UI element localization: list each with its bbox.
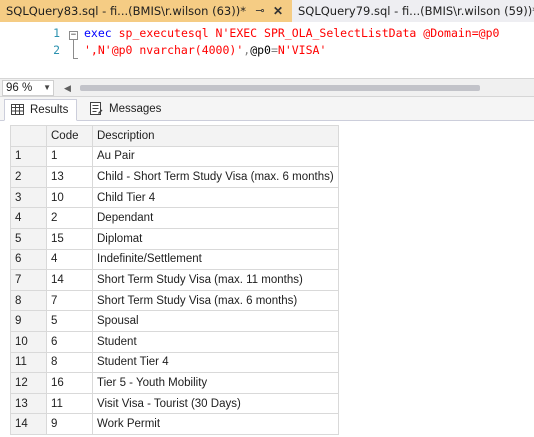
cell-code[interactable]: 1 [46,145,93,168]
table-row[interactable]: 5 15 Diplomat [10,227,339,250]
table-row[interactable]: 8 7 Short Term Study Visa (max. 6 months) [10,289,339,312]
table-row[interactable]: 9 5 Spousal [10,310,339,332]
code-string: ',N'@p0 nvarchar(4000)' [84,43,244,57]
tab-messages[interactable]: Messages [84,99,172,121]
horizontal-scroll-thumb[interactable] [80,85,480,91]
row-number[interactable]: 6 [10,248,47,271]
row-number[interactable]: 12 [10,372,47,394]
row-number[interactable]: 9 [10,310,47,332]
cell-description[interactable]: Student [92,330,339,353]
line-number: 2 [53,43,60,57]
table-row[interactable]: 11 8 Student Tier 4 [10,351,339,374]
cell-code[interactable]: 14 [46,269,93,291]
cell-description[interactable]: Short Term Study Visa (max. 6 months) [92,289,339,312]
row-number[interactable]: 14 [10,413,47,435]
cell-description[interactable]: Dependant [92,207,339,229]
row-number[interactable]: 4 [10,207,47,229]
tab-sqlquery83[interactable]: SQLQuery83.sql - fi...(BMIS\r.wilson (63… [0,0,292,22]
code-parameter: @p0 [250,43,271,57]
cell-code[interactable]: 4 [46,248,93,271]
table-row[interactable]: 14 9 Work Permit [10,413,339,435]
scroll-left-icon[interactable]: ◀ [64,80,71,96]
results-grid[interactable]: Code Description 1 1 Au Pair 2 13 Child - Sho… [10,125,339,435]
row-number[interactable]: 10 [10,330,47,353]
table-row[interactable]: 7 14 Short Term Study Visa (max. 11 months… [10,269,339,291]
row-number[interactable]: 1 [10,145,47,168]
cell-description[interactable]: Indefinite/Settlement [92,248,339,271]
cell-code[interactable]: 7 [46,289,93,312]
row-number[interactable]: 5 [10,227,47,250]
cell-description[interactable]: Work Permit [92,413,339,435]
row-number[interactable]: 3 [10,186,47,209]
tab-label: SQLQuery83.sql - fi...(BMIS\r.wilson (63… [6,4,246,18]
outline-guide [73,40,74,58]
table-row[interactable]: 12 16 Tier 5 - Youth Mobility [10,372,339,394]
row-number[interactable]: 13 [10,392,47,415]
tab-label: SQLQuery79.sql - fi...(BMIS\r.wilson (59… [298,4,534,18]
cell-code[interactable]: 8 [46,351,93,374]
table-row[interactable]: 10 6 Student [10,330,339,353]
code-operator: = [270,43,278,57]
row-number[interactable]: 11 [10,351,47,374]
cell-code[interactable]: 2 [46,207,93,229]
tab-results-label: Results [30,104,69,116]
chevron-down-icon[interactable]: ▼ [43,81,51,95]
table-row[interactable]: 6 4 Indefinite/Settlement [10,248,339,271]
grid-icon [11,104,24,115]
messages-icon [90,102,103,115]
cell-description[interactable]: Child Tier 4 [92,186,339,209]
results-tab-strip: Results Messages [0,97,534,121]
table-row[interactable]: 3 10 Child Tier 4 [10,186,339,209]
outline-guide-end [73,58,78,59]
column-header-code[interactable]: Code [46,125,93,147]
cell-code[interactable]: 16 [46,372,93,394]
grid-header-row: Code Description [10,125,339,147]
row-number[interactable]: 8 [10,289,47,312]
cell-description[interactable]: Au Pair [92,145,339,168]
grid-corner[interactable] [10,125,47,147]
tab-sqlquery79[interactable]: SQLQuery79.sql - fi...(BMIS\r.wilson (59… [292,0,534,22]
document-tab-strip: SQLQuery83.sql - fi...(BMIS\r.wilson (63… [0,0,534,22]
row-number[interactable]: 7 [10,269,47,291]
cell-code[interactable]: 13 [46,166,93,188]
results-grid-area: Code Description 1 1 Au Pair 2 13 Child - Sho… [0,121,534,437]
cell-description[interactable]: Child - Short Term Study Visa (max. 6 mo… [92,166,339,188]
cell-description[interactable]: Tier 5 - Youth Mobility [92,372,339,394]
cell-description[interactable]: Spousal [92,310,339,332]
cell-description[interactable]: Student Tier 4 [92,351,339,374]
column-header-description[interactable]: Description [92,125,339,147]
table-row[interactable]: 1 1 Au Pair [10,145,339,168]
tab-messages-label: Messages [109,103,162,115]
code-line-2[interactable]: ',N'@p0 nvarchar(4000)',@p0=N'VISA' [84,42,326,58]
close-tab-icon[interactable]: ✕ [270,0,286,22]
code-string: sp_executesql N'EXEC SPR_OLA_SelectListD… [111,26,500,40]
pin-icon[interactable]: ⊸ [252,0,268,22]
table-row[interactable]: 2 13 Child - Short Term Study Visa (max. 6… [10,166,339,188]
query-editor[interactable]: 1 2 − exec sp_executesql N'EXEC SPR_OLA_… [0,24,534,78]
code-keyword: exec [84,26,112,40]
row-number[interactable]: 2 [10,166,47,188]
code-string: N'VISA' [277,43,327,57]
cell-description[interactable]: Short Term Study Visa (max. 11 months) [92,269,339,291]
cell-code[interactable]: 15 [46,227,93,250]
line-number: 1 [53,26,60,40]
cell-code[interactable]: 10 [46,186,93,209]
zoom-select[interactable]: 96 % ▼ [2,80,54,96]
cell-code[interactable]: 11 [46,392,93,415]
tab-results[interactable]: Results [4,99,77,121]
collapse-outline-icon[interactable]: − [69,31,78,40]
table-row[interactable]: 4 2 Dependant [10,207,339,229]
cell-code[interactable]: 6 [46,330,93,353]
cell-description[interactable]: Diplomat [92,227,339,250]
zoom-bar: 96 % ▼ ◀ [0,78,534,97]
cell-code[interactable]: 9 [46,413,93,435]
code-line-1[interactable]: exec sp_executesql N'EXEC SPR_OLA_Select… [84,25,499,41]
table-row[interactable]: 13 11 Visit Visa - Tourist (30 Days) [10,392,339,415]
cell-code[interactable]: 5 [46,310,93,332]
cell-description[interactable]: Visit Visa - Tourist (30 Days) [92,392,339,415]
zoom-value: 96 % [6,82,33,94]
